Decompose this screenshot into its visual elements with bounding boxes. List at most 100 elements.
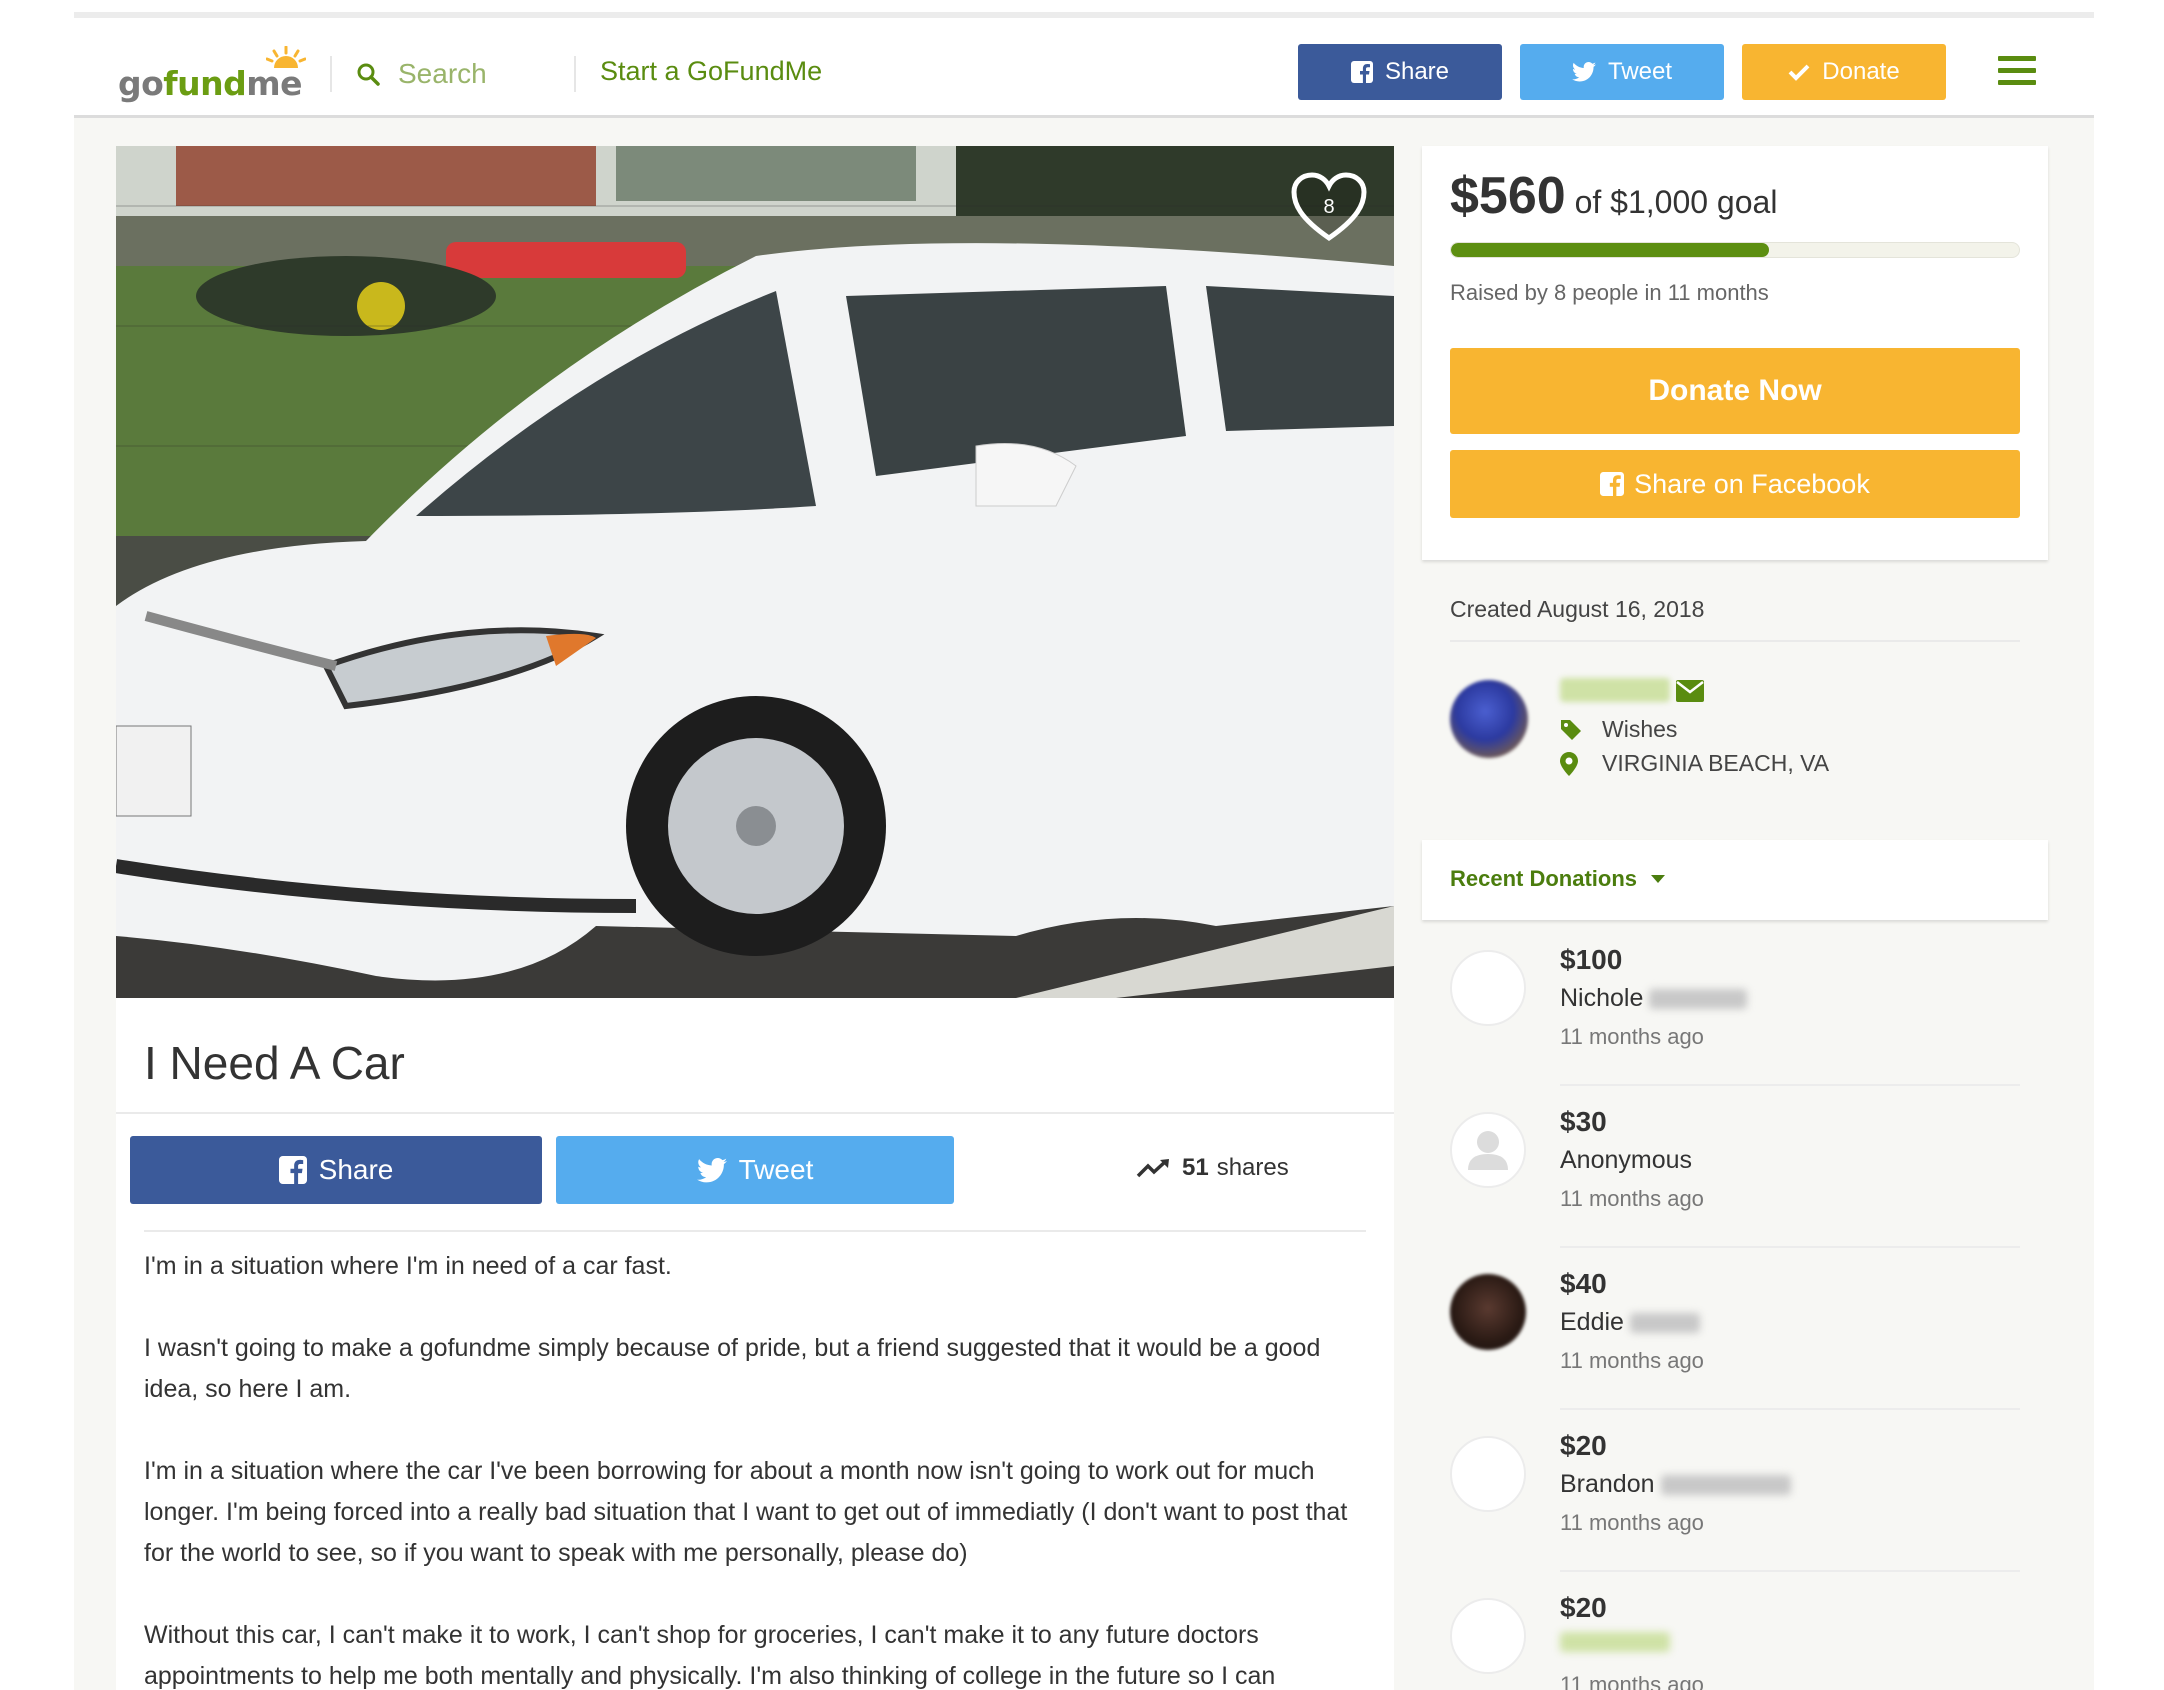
share-on-facebook-button[interactable]: Share on Facebook xyxy=(1450,450,2020,518)
share-label: Share xyxy=(318,1154,394,1185)
donation-amount: $40 xyxy=(1560,1268,1607,1299)
divider xyxy=(1450,640,2020,642)
divider xyxy=(144,1230,1366,1232)
share-facebook-button[interactable]: Share xyxy=(130,1136,542,1204)
organizer-info: Wishes VIRGINIA BEACH, VA xyxy=(1450,668,2020,778)
donate-now-button[interactable]: Donate Now xyxy=(1450,348,2020,434)
header-donate-label: Donate xyxy=(1822,58,1900,85)
donation-item: $20 11 months ago xyxy=(1450,1592,2020,1690)
donor-name xyxy=(1560,1632,1670,1652)
shares-number: 51 xyxy=(1182,1154,1209,1181)
donation-time: 11 months ago xyxy=(1560,1186,1704,1211)
location-pin-icon xyxy=(1560,751,1602,776)
mail-icon[interactable] xyxy=(1676,680,1704,702)
donation-time: 11 months ago xyxy=(1560,1024,1704,1049)
donation-amount: $30 xyxy=(1560,1106,1607,1137)
follow-heart-button[interactable]: 8 xyxy=(1290,172,1368,244)
category-label[interactable]: Wishes xyxy=(1602,716,1677,743)
donation-item: $40 Eddie 11 months ago xyxy=(1450,1268,2020,1430)
raised-amount: $560 xyxy=(1450,167,1566,225)
menu-icon[interactable] xyxy=(1998,56,2036,88)
donor-avatar xyxy=(1450,1436,1526,1512)
search-icon xyxy=(357,63,380,86)
divider xyxy=(1560,1246,2020,1248)
campaign-story: I'm in a situation where I'm in need of … xyxy=(144,1246,1354,1690)
donor-name: Brandon xyxy=(1560,1470,1791,1499)
donor-name: Nichole xyxy=(1560,984,1748,1013)
search-label: Search xyxy=(398,58,487,89)
raised-summary: $560 of $1,000 goal xyxy=(1450,166,1777,226)
divider xyxy=(1560,1084,2020,1086)
donation-amount: $100 xyxy=(1560,944,1623,975)
divider xyxy=(1560,1408,2020,1410)
campaign-card: 8 I Need A Car Share Tweet 51 shares I'm… xyxy=(116,146,1394,1690)
header-divider xyxy=(574,56,576,92)
raised-by-text: Raised by 8 people in 11 months xyxy=(1450,280,1769,305)
tweet-label: Tweet xyxy=(738,1154,814,1185)
donor-avatar xyxy=(1450,1598,1526,1674)
tweet-button[interactable]: Tweet xyxy=(556,1136,954,1204)
twitter-icon xyxy=(1571,62,1596,82)
header-tweet-label: Tweet xyxy=(1607,58,1673,85)
organizer-category: Wishes xyxy=(1560,716,1677,743)
caret-down-icon xyxy=(1651,874,1666,883)
header-share-label: Share xyxy=(1384,58,1450,85)
donor-avatar xyxy=(1450,950,1526,1026)
campaign-title: I Need A Car xyxy=(144,1037,405,1089)
progress-fill xyxy=(1451,243,1770,257)
donor-avatar xyxy=(1450,1274,1526,1350)
donation-time: 11 months ago xyxy=(1560,1672,1704,1690)
top-nav: gofundme Search Start a GoFundMe Share T… xyxy=(74,18,2094,118)
search-link[interactable]: Search xyxy=(356,54,487,94)
header-share-button[interactable]: Share xyxy=(1298,44,1502,100)
progress-bar xyxy=(1450,242,2020,258)
story-paragraph: I wasn't going to make a gofundme simply… xyxy=(144,1334,1321,1403)
story-paragraph: Without this car, I can't make it to wor… xyxy=(144,1621,1276,1690)
donation-item: $30 Anonymous 11 months ago xyxy=(1450,1106,2020,1268)
shares-count: 51 shares xyxy=(1136,1154,1289,1182)
organizer-location: VIRGINIA BEACH, VA xyxy=(1560,750,1829,777)
facebook-icon xyxy=(1600,472,1625,496)
donation-item: $100 Nichole 11 months ago xyxy=(1450,944,2020,1106)
facebook-icon xyxy=(278,1156,307,1184)
car-photo-illustration xyxy=(116,146,1394,998)
donor-name: Eddie xyxy=(1560,1308,1700,1337)
logo-sun-icon xyxy=(266,46,306,68)
recent-donations-toggle[interactable]: Recent Donations xyxy=(1450,866,1666,892)
heart-count: 8 xyxy=(1323,196,1335,218)
gofundme-logo[interactable]: gofundme xyxy=(118,46,308,103)
goal-text: of $1,000 goal xyxy=(1574,184,1778,220)
divider xyxy=(1560,1570,2020,1572)
donation-item: $20 Brandon 11 months ago xyxy=(1450,1430,2020,1592)
campaign-photo: 8 xyxy=(116,146,1394,998)
facebook-icon xyxy=(1350,61,1373,83)
check-icon xyxy=(1788,63,1810,81)
twitter-icon xyxy=(696,1157,727,1183)
start-gofundme-link[interactable]: Start a GoFundMe xyxy=(600,56,822,87)
header-donate-button[interactable]: Donate xyxy=(1742,44,1946,100)
tag-icon xyxy=(1560,719,1602,741)
donor-name: Anonymous xyxy=(1560,1146,1693,1174)
recent-donations-header[interactable]: Recent Donations xyxy=(1422,840,2048,920)
shares-suffix: shares xyxy=(1216,1154,1289,1181)
header-divider xyxy=(330,56,332,92)
goal-card: $560 of $1,000 goal Raised by 8 people i… xyxy=(1422,146,2048,560)
user-icon xyxy=(1468,1131,1508,1170)
story-paragraph: I'm in a situation where I'm in need of … xyxy=(144,1252,672,1280)
donation-time: 11 months ago xyxy=(1560,1348,1704,1373)
story-paragraph: I'm in a situation where the car I've be… xyxy=(144,1457,1348,1567)
donation-amount: $20 xyxy=(1560,1430,1607,1461)
divider xyxy=(116,1112,1394,1114)
trending-icon xyxy=(1136,1159,1169,1178)
anonymous-avatar xyxy=(1450,1112,1526,1188)
recent-donations-label: Recent Donations xyxy=(1450,866,1638,891)
location-label: VIRGINIA BEACH, VA xyxy=(1602,750,1830,776)
organizer-avatar[interactable] xyxy=(1450,680,1528,758)
organizer-name-redacted[interactable] xyxy=(1560,678,1670,702)
share-on-facebook-label: Share on Facebook xyxy=(1634,468,1870,499)
donation-time: 11 months ago xyxy=(1560,1510,1704,1535)
page: gofundme Search Start a GoFundMe Share T… xyxy=(74,12,2094,1690)
donation-amount: $20 xyxy=(1560,1592,1607,1623)
header-tweet-button[interactable]: Tweet xyxy=(1520,44,1724,100)
created-date: Created August 16, 2018 xyxy=(1450,596,1705,622)
